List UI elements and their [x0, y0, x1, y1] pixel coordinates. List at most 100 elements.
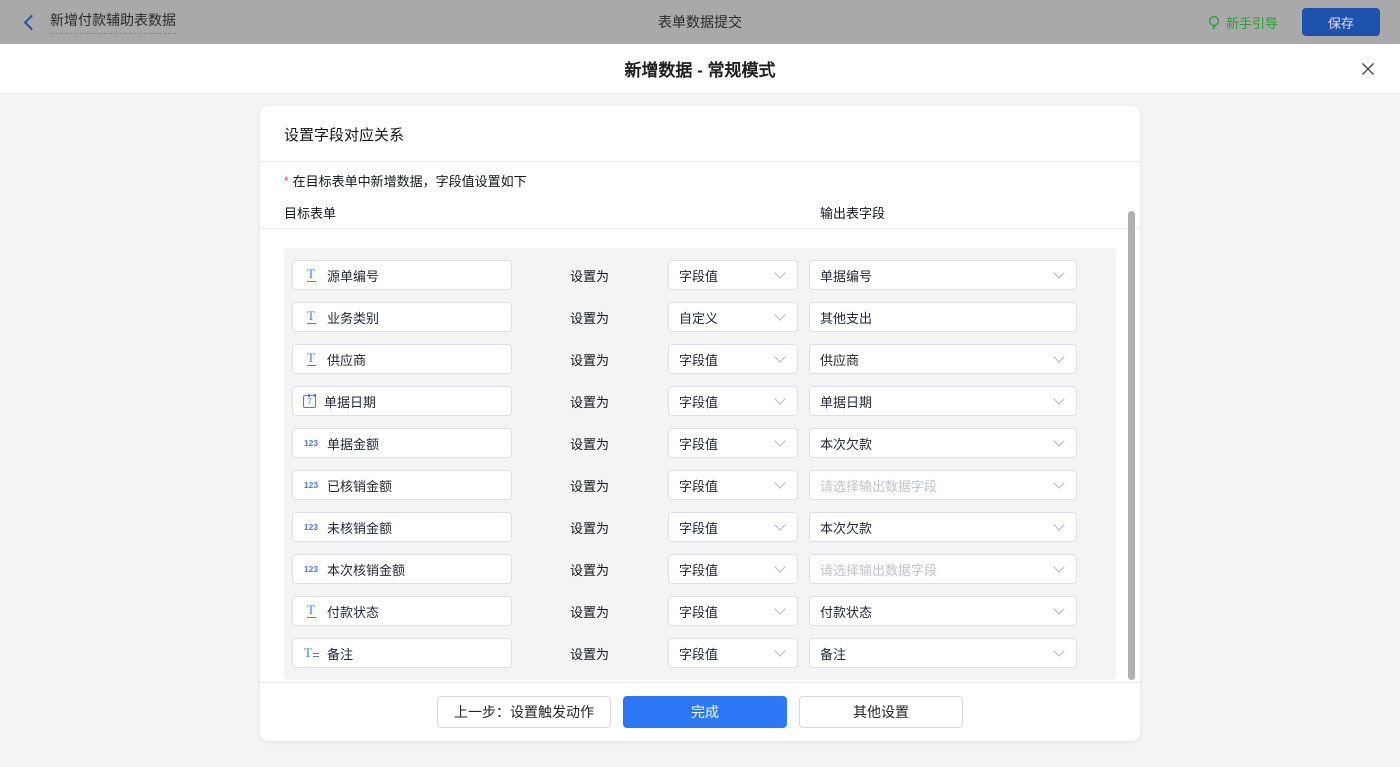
chevron-down-icon [774, 435, 785, 446]
set-as-label: 设置为 [570, 308, 610, 327]
chevron-down-icon [1053, 519, 1064, 530]
value-mode-selected: 字段值 [679, 266, 718, 285]
date-field-icon: 7 [303, 395, 316, 408]
target-field-label: 已核销金额 [327, 476, 392, 495]
value-mode-selected: 字段值 [679, 392, 718, 411]
target-field-box: T 付款状态 [292, 596, 512, 626]
output-field-select[interactable]: 付款状态 [809, 596, 1077, 626]
guide-label: 新手引导 [1226, 13, 1278, 32]
output-field-value: 请选择输出数据字段 [820, 476, 937, 495]
value-mode-select[interactable]: 字段值 [668, 596, 798, 626]
chevron-down-icon [774, 309, 785, 320]
workflow-title[interactable]: 新增付款辅助表数据 [50, 10, 176, 34]
chevron-down-icon [774, 561, 785, 572]
value-mode-select[interactable]: 字段值 [668, 428, 798, 458]
value-mode-selected: 字段值 [679, 434, 718, 453]
field-mapping-row: T 业务类别 设置为 自定义 其他支出 [292, 302, 1108, 332]
field-mapping-row: T 供应商 设置为 字段值 供应商 [292, 344, 1108, 374]
output-field-select[interactable]: 备注 [809, 638, 1077, 668]
previous-step-button[interactable]: 上一步：设置触发动作 [437, 696, 611, 728]
top-bar: 新增付款辅助表数据 表单数据提交 新手引导 保存 [0, 0, 1400, 44]
value-mode-select[interactable]: 字段值 [668, 554, 798, 584]
set-as-label: 设置为 [570, 350, 610, 369]
set-as-label: 设置为 [570, 392, 610, 411]
output-field-select[interactable]: 请选择输出数据字段 [809, 470, 1077, 500]
value-mode-select[interactable]: 自定义 [668, 302, 798, 332]
chevron-down-icon [774, 477, 785, 488]
set-as-label: 设置为 [570, 644, 610, 663]
output-field-value: 请选择输出数据字段 [820, 560, 937, 579]
number-field-icon: 123 [303, 438, 319, 448]
output-field-value: 单据日期 [820, 392, 872, 411]
target-field-label: 单据金额 [327, 434, 379, 453]
chevron-down-icon [774, 519, 785, 530]
output-field-value: 本次欠款 [820, 518, 872, 537]
chevron-down-icon [1053, 267, 1064, 278]
column-header-target-form: 目标表单 [284, 206, 336, 221]
value-mode-selected: 字段值 [679, 350, 718, 369]
card-footer: 上一步：设置触发动作 完成 其他设置 [260, 682, 1140, 741]
output-field-value: 本次欠款 [820, 434, 872, 453]
set-as-label: 设置为 [570, 518, 610, 537]
card-title: 设置字段对应关系 [260, 106, 1140, 162]
beginner-guide-link[interactable]: 新手引导 [1207, 13, 1278, 32]
custom-value-input[interactable]: 其他支出 [809, 302, 1077, 332]
output-field-select[interactable]: 本次欠款 [809, 428, 1077, 458]
set-as-label: 设置为 [570, 476, 610, 495]
target-field-label: 备注 [327, 644, 353, 663]
value-mode-select[interactable]: 字段值 [668, 470, 798, 500]
target-field-box: T 源单编号 [292, 260, 512, 290]
output-field-select[interactable]: 请选择输出数据字段 [809, 554, 1077, 584]
chevron-down-icon [774, 267, 785, 278]
output-field-select[interactable]: 供应商 [809, 344, 1077, 374]
chevron-down-icon [1053, 561, 1064, 572]
vertical-scrollbar-thumb[interactable] [1128, 211, 1135, 680]
lightbulb-icon [1207, 15, 1221, 30]
value-mode-select[interactable]: 字段值 [668, 260, 798, 290]
chevron-down-icon [1053, 477, 1064, 488]
field-mapping-row: 123 未核销金额 设置为 字段值 本次欠款 [292, 512, 1108, 542]
chevron-down-icon [1053, 351, 1064, 362]
set-as-label: 设置为 [570, 266, 610, 285]
text-field-icon: T [303, 604, 319, 618]
value-mode-select[interactable]: 字段值 [668, 638, 798, 668]
target-field-box: 7 单据日期 [292, 386, 512, 416]
set-as-label: 设置为 [570, 560, 610, 579]
target-field-label: 付款状态 [327, 602, 379, 621]
output-field-value: 其他支出 [820, 308, 872, 327]
output-field-select[interactable]: 单据编号 [809, 260, 1077, 290]
value-mode-select[interactable]: 字段值 [668, 512, 798, 542]
output-field-value: 备注 [820, 644, 846, 663]
instruction-text: 在目标表单中新增数据，字段值设置如下 [293, 174, 527, 189]
target-field-label: 业务类别 [327, 308, 379, 327]
value-mode-select[interactable]: 字段值 [668, 386, 798, 416]
output-field-value: 付款状态 [820, 602, 872, 621]
value-mode-selected: 字段值 [679, 518, 718, 537]
chevron-down-icon [1053, 645, 1064, 656]
chevron-down-icon [774, 603, 785, 614]
field-mapping-card: 设置字段对应关系 *在目标表单中新增数据，字段值设置如下 目标表单 输出表字段 … [260, 106, 1140, 741]
column-headers: 目标表单 输出表字段 [284, 203, 1116, 228]
required-asterisk: * [284, 174, 289, 188]
value-mode-select[interactable]: 字段值 [668, 344, 798, 374]
field-mapping-row: 7 单据日期 设置为 字段值 单据日期 [292, 386, 1108, 416]
field-mapping-row: T 付款状态 设置为 字段值 付款状态 [292, 596, 1108, 626]
other-settings-button[interactable]: 其他设置 [799, 696, 963, 728]
save-button[interactable]: 保存 [1302, 8, 1380, 36]
textarea-field-icon: T [303, 647, 319, 659]
target-field-label: 本次核销金额 [327, 560, 405, 579]
target-field-label: 源单编号 [327, 266, 379, 285]
chevron-down-icon [1053, 603, 1064, 614]
output-field-select[interactable]: 本次欠款 [809, 512, 1077, 542]
chevron-down-icon [774, 351, 785, 362]
finish-button[interactable]: 完成 [623, 696, 787, 728]
output-field-select[interactable]: 单据日期 [809, 386, 1077, 416]
topbar-center-title: 表单数据提交 [0, 12, 1400, 32]
value-mode-selected: 字段值 [679, 644, 718, 663]
modal-title: 新增数据 - 常规模式 [624, 56, 775, 81]
field-mapping-row: 123 已核销金额 设置为 字段值 请选择输出数据字段 [292, 470, 1108, 500]
back-button[interactable] [20, 13, 38, 31]
close-icon[interactable] [1360, 61, 1376, 77]
text-field-icon: T [303, 310, 319, 324]
chevron-down-icon [774, 393, 785, 404]
